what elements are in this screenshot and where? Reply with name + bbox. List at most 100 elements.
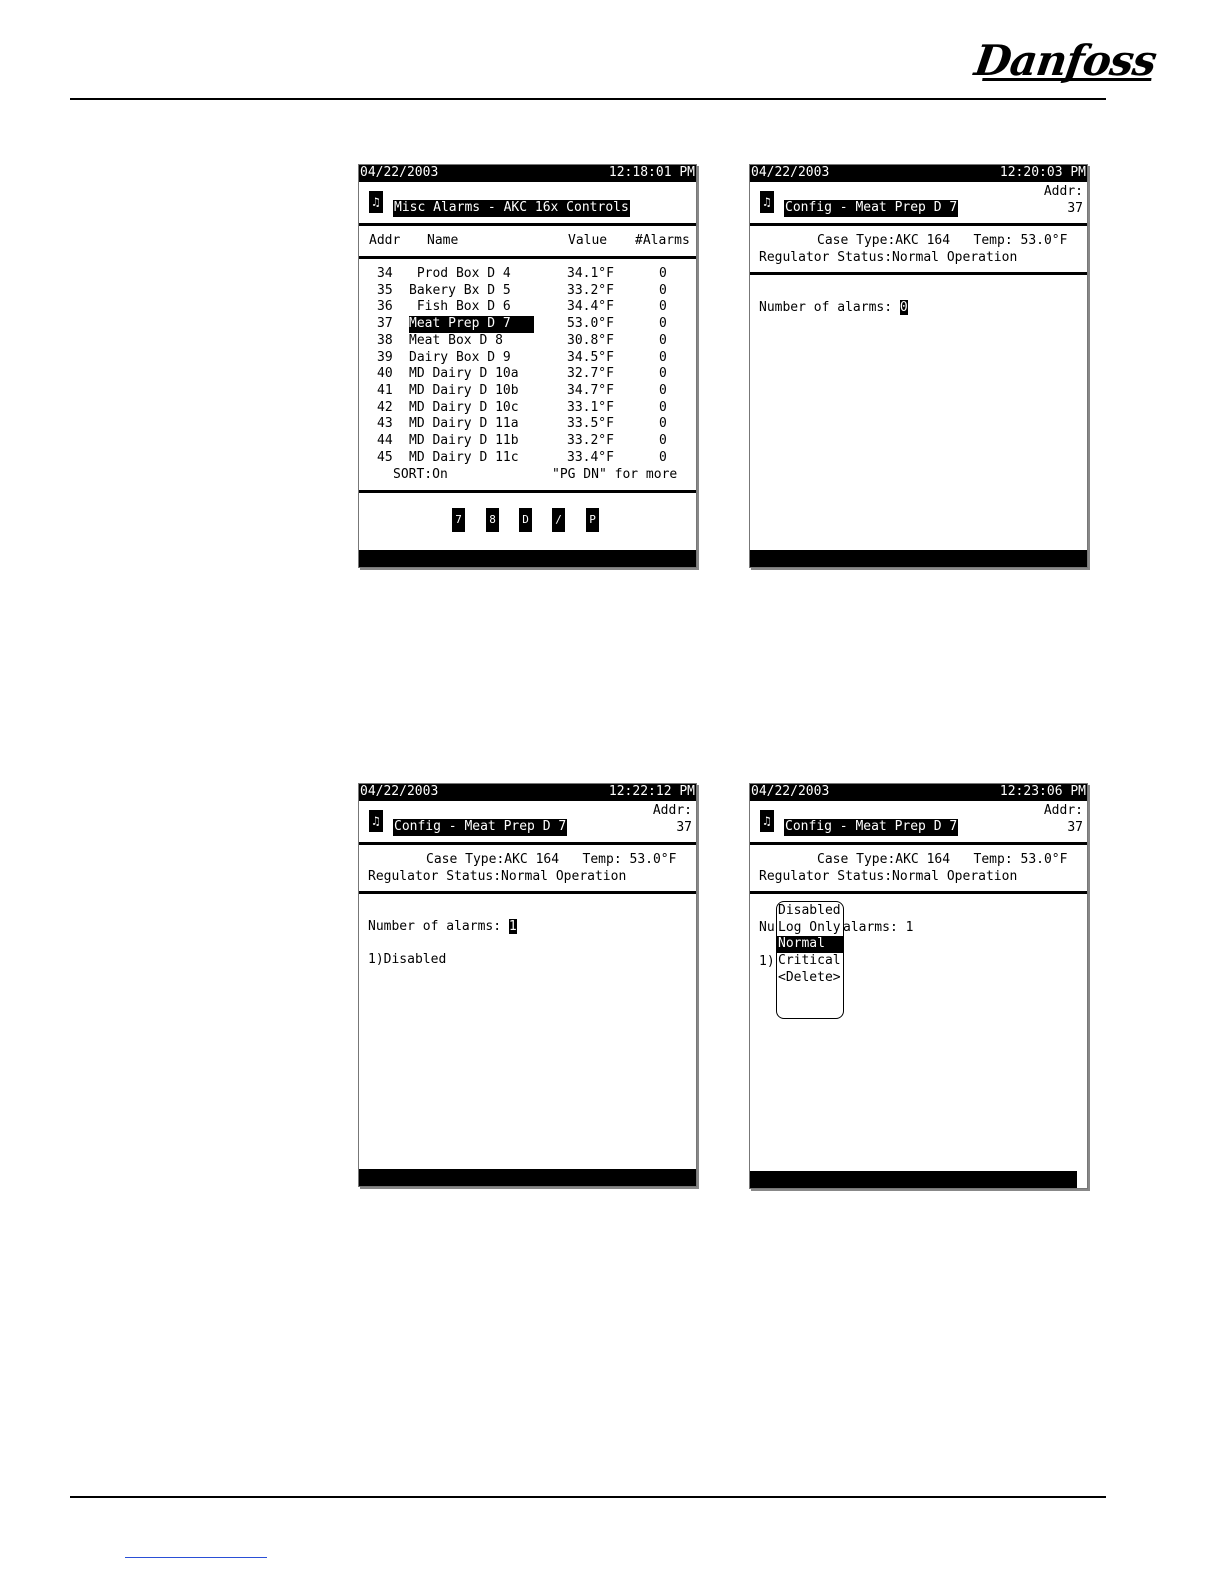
table-row[interactable]: 37 Meat Prep D 7 53.0°F 0: [377, 316, 696, 333]
alarms-label: Number of alarms:: [368, 919, 509, 934]
danfoss-logo: Danfoss: [971, 36, 1159, 85]
row-alarms: 0: [659, 332, 667, 348]
table-row[interactable]: 35 Bakery Bx D 5 33.2°F 0: [377, 282, 696, 300]
alarm-entry-1[interactable]: 1)Disabled: [368, 952, 446, 969]
f4-icon[interactable]: /: [552, 508, 565, 532]
page-down-hint: "PG DN" for more: [552, 467, 678, 482]
row-value: 33.1°F: [567, 399, 614, 415]
row-name: Fish Box D 6: [409, 299, 511, 315]
screen-title: Config - Meat Prep D 7: [784, 819, 959, 836]
status-bar: 04/22/2003 12:18:01 PM: [359, 165, 696, 182]
divider: [750, 272, 1087, 275]
screen-misc-alarms: 04/22/2003 12:18:01 PM ♫ Misc Alarms - A…: [358, 164, 697, 568]
divider: [359, 490, 696, 493]
row-value: 30.8°F: [567, 332, 614, 348]
row-value: 53.0°F: [567, 316, 614, 332]
table-row[interactable]: 42 MD Dairy D 10c 33.1°F 0: [377, 399, 696, 417]
alarms-count-field[interactable]: 1: [508, 919, 517, 934]
screen-config-1: 04/22/2003 12:22:12 PM ♫ Config - Meat P…: [358, 783, 697, 1187]
row-addr: 44: [377, 433, 393, 448]
col-addr: Addr: [369, 233, 401, 248]
row-name: Bakery Bx D 5: [409, 282, 511, 298]
row-addr: 39: [377, 349, 393, 365]
row-name: MD Dairy D 11c: [409, 449, 519, 465]
addr-label: Addr:: [1043, 803, 1083, 818]
addr-value: 37: [676, 820, 692, 835]
table-row[interactable]: 44 MD Dairy D 11b 33.2°F 0: [377, 433, 696, 450]
screen-config-popup: 04/22/2003 12:23:06 PM ♫ Config - Meat P…: [749, 783, 1088, 1189]
row-name: Meat Box D 8: [409, 332, 503, 348]
row-name: Meat Prep D 7: [409, 316, 534, 333]
alarm-bell-icon: ♫: [369, 810, 383, 832]
divider: [750, 223, 1087, 226]
dropdown-option[interactable]: Disabled: [777, 903, 843, 920]
row-value: 34.1°F: [567, 266, 614, 281]
date: 04/22/2003: [751, 165, 830, 180]
row-addr: 35: [377, 282, 393, 298]
footer-bar: [750, 1171, 1077, 1188]
col-value: Value: [568, 233, 608, 248]
row-alarms: 0: [659, 316, 667, 332]
f1-icon[interactable]: 7: [452, 508, 465, 532]
divider: [750, 891, 1087, 894]
alarm-level-dropdown[interactable]: Disabled Log Only Normal Critical <Delete>: [776, 901, 844, 1019]
f2-icon[interactable]: 8: [486, 508, 499, 532]
addr-label: Addr:: [652, 803, 692, 818]
alarm-bell-icon: ♫: [369, 191, 383, 213]
table-row[interactable]: 43 MD Dairy D 11a 33.5°F 0: [377, 416, 696, 433]
date: 04/22/2003: [360, 784, 439, 799]
row-alarms: 0: [659, 282, 667, 298]
footer-bar: [359, 1169, 696, 1186]
date: 04/22/2003: [751, 784, 830, 799]
table-row[interactable]: 41 MD Dairy D 10b 34.7°F 0: [377, 382, 696, 400]
f3-icon[interactable]: D: [519, 508, 532, 532]
row-name: MD Dairy D 10c: [409, 399, 519, 415]
alarms-count-field[interactable]: 0: [899, 300, 908, 315]
status-bar: 04/22/2003 12:20:03 PM: [750, 165, 1087, 182]
table-row[interactable]: 45 MD Dairy D 11c 33.4°F 0: [377, 449, 696, 467]
table-row[interactable]: 36 Fish Box D 6 34.4°F 0: [377, 299, 696, 316]
row-addr: 34: [377, 266, 393, 281]
row-value: 33.2°F: [567, 282, 614, 298]
alarms-label-prefix: Nu: [759, 920, 775, 935]
dropdown-option[interactable]: Log Only: [777, 920, 843, 937]
alarm-bell-icon: ♫: [760, 191, 774, 213]
addr-value: 37: [1067, 201, 1083, 216]
row-name: MD Dairy D 11a: [409, 416, 519, 432]
row-addr: 40: [377, 366, 393, 382]
time: 12:23:06 PM: [999, 784, 1086, 799]
table-row[interactable]: 40 MD Dairy D 10a 32.7°F 0: [377, 366, 696, 383]
dropdown-option[interactable]: Critical: [777, 953, 843, 970]
row-alarms: 0: [659, 382, 667, 398]
time: 12:20:03 PM: [999, 165, 1086, 180]
row-value: 34.7°F: [567, 382, 614, 398]
screen-title: Config - Meat Prep D 7: [393, 819, 568, 836]
row-value: 34.5°F: [567, 349, 614, 365]
row-alarms: 0: [659, 433, 667, 448]
alarms-label-suffix: alarms: 1: [843, 920, 914, 935]
divider: [359, 842, 696, 845]
case-type-line: Case Type:AKC 164 Temp: 53.0°F: [817, 852, 1068, 867]
f5-icon[interactable]: P: [586, 508, 599, 532]
divider: [359, 891, 696, 894]
row-name: MD Dairy D 11b: [409, 433, 519, 448]
screen-title: Config - Meat Prep D 7: [784, 200, 959, 217]
row-alarms: 0: [659, 399, 667, 415]
table-header: Addr Name Value #Alarms: [369, 233, 690, 250]
regulator-status: Regulator Status:Normal Operation: [759, 250, 1018, 265]
row-addr: 41: [377, 382, 393, 398]
divider: [359, 256, 696, 259]
alarm-bell-icon: ♫: [760, 810, 774, 832]
footer-bar: [750, 550, 1087, 567]
footer-link-underline[interactable]: [125, 1557, 267, 1558]
row-addr: 45: [377, 449, 393, 465]
table-row[interactable]: 34 Prod Box D 4 34.1°F 0: [377, 266, 696, 283]
dropdown-option[interactable]: Normal: [777, 936, 843, 954]
time: 12:22:12 PM: [608, 784, 695, 799]
header-rule: [70, 98, 1106, 100]
screen-config-0: 04/22/2003 12:20:03 PM ♫ Config - Meat P…: [749, 164, 1088, 568]
dropdown-option[interactable]: <Delete>: [777, 970, 843, 987]
regulator-status: Regulator Status:Normal Operation: [368, 869, 627, 884]
table-row[interactable]: 39 Dairy Box D 9 34.5°F 0: [377, 349, 696, 367]
table-row[interactable]: 38 Meat Box D 8 30.8°F 0: [377, 332, 696, 350]
